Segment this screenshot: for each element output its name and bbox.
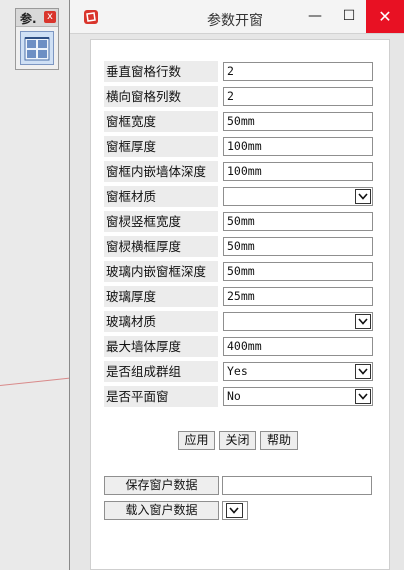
- input-frame-width[interactable]: 50mm: [223, 112, 373, 131]
- plugin-toolbar: 参. x: [15, 8, 59, 70]
- plugin-toolbar-close-icon[interactable]: x: [44, 11, 56, 23]
- sketchup-app-icon: [84, 10, 98, 24]
- parametric-window-dialog: 参数开窗 — ☐ ✕ 垂直窗格行数 2 横向窗格列数 2 窗框宽度 50mm 窗…: [69, 0, 404, 570]
- label-glass-thickness: 玻璃厚度: [104, 286, 218, 307]
- load-window-data-button[interactable]: 载入窗户数据: [104, 501, 219, 520]
- chevron-down-icon[interactable]: [355, 364, 371, 379]
- label-max-wall-thickness: 最大墙体厚度: [104, 336, 218, 357]
- input-max-wall-thickness[interactable]: 400mm: [223, 337, 373, 356]
- chevron-down-icon[interactable]: [355, 389, 371, 404]
- select-flat-window-value: No: [227, 389, 241, 403]
- input-horizontal-pane-cols[interactable]: 2: [223, 87, 373, 106]
- label-make-group: 是否组成群组: [104, 361, 218, 382]
- label-vertical-pane-rows: 垂直窗格行数: [104, 61, 218, 82]
- input-mullion-width[interactable]: 50mm: [223, 212, 373, 231]
- label-glass-inset-depth: 玻璃内嵌窗框深度: [104, 261, 218, 282]
- select-glass-material[interactable]: [223, 312, 373, 331]
- label-flat-window: 是否平面窗: [104, 386, 218, 407]
- input-glass-inset-depth[interactable]: 50mm: [223, 262, 373, 281]
- label-glass-material: 玻璃材质: [104, 311, 218, 332]
- select-flat-window[interactable]: No: [223, 387, 373, 406]
- select-make-group[interactable]: Yes: [223, 362, 373, 381]
- label-mullion-width: 窗棂竖框宽度: [104, 211, 218, 232]
- parametric-window-tool-icon[interactable]: [20, 31, 54, 65]
- chevron-down-icon[interactable]: [355, 189, 371, 204]
- label-horizontal-pane-cols: 横向窗格列数: [104, 86, 218, 107]
- chevron-down-icon[interactable]: [355, 314, 371, 329]
- minimize-icon[interactable]: —: [298, 0, 332, 33]
- canvas-axis-red: [0, 377, 70, 386]
- select-frame-material[interactable]: [223, 187, 373, 206]
- label-frame-inset-depth: 窗框内嵌墙体深度: [104, 161, 218, 182]
- input-glass-thickness[interactable]: 25mm: [223, 287, 373, 306]
- dialog-title: 参数开窗: [207, 13, 263, 29]
- plugin-toolbar-titlebar[interactable]: 参. x: [16, 9, 58, 27]
- input-vertical-pane-rows[interactable]: 2: [223, 62, 373, 81]
- apply-button[interactable]: 应用: [178, 431, 215, 450]
- save-window-data-input[interactable]: [222, 476, 372, 495]
- select-make-group-value: Yes: [227, 364, 248, 378]
- label-frame-width: 窗框宽度: [104, 111, 218, 132]
- maximize-icon[interactable]: ☐: [332, 0, 366, 33]
- load-window-data-select[interactable]: [222, 501, 248, 520]
- form-panel: 垂直窗格行数 2 横向窗格列数 2 窗框宽度 50mm 窗框厚度 100mm 窗…: [90, 39, 390, 570]
- help-button[interactable]: 帮助: [260, 431, 298, 450]
- input-frame-inset-depth[interactable]: 100mm: [223, 162, 373, 181]
- label-transom-thickness: 窗棂横框厚度: [104, 236, 218, 257]
- close-button[interactable]: 关闭: [219, 431, 256, 450]
- input-frame-thickness[interactable]: 100mm: [223, 137, 373, 156]
- dialog-titlebar[interactable]: 参数开窗 — ☐ ✕: [70, 0, 404, 34]
- label-frame-material: 窗框材质: [104, 186, 218, 207]
- plugin-toolbar-title: 参.: [20, 12, 37, 26]
- close-icon[interactable]: ✕: [366, 0, 404, 33]
- chevron-down-icon[interactable]: [226, 503, 243, 518]
- save-window-data-button[interactable]: 保存窗户数据: [104, 476, 219, 495]
- label-frame-thickness: 窗框厚度: [104, 136, 218, 157]
- input-transom-thickness[interactable]: 50mm: [223, 237, 373, 256]
